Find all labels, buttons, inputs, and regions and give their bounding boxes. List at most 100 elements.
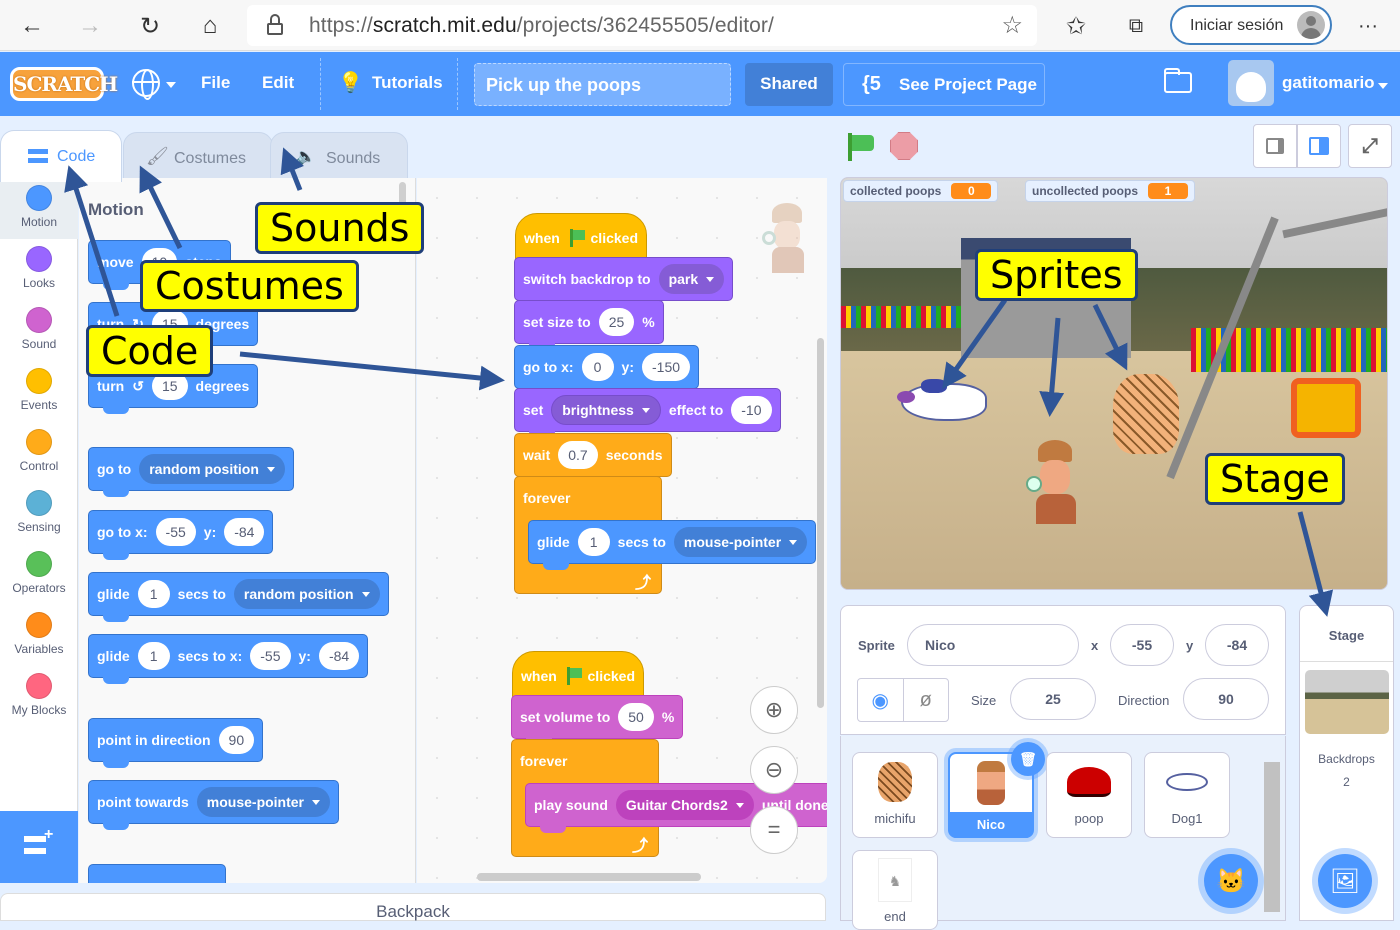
zoom-out-button[interactable]: ⊖: [750, 746, 798, 794]
block-input[interactable]: 25: [598, 308, 635, 336]
block-glide-xy[interactable]: glide 1 secs to x: -55 y: -84: [88, 634, 369, 684]
block-dropdown[interactable]: park: [658, 264, 725, 294]
favorite-star-icon[interactable]: ☆: [1001, 11, 1023, 40]
category-sensing[interactable]: Sensing: [0, 483, 78, 544]
block-input-x[interactable]: -55: [250, 642, 291, 670]
block-dropdown[interactable]: brightness: [551, 395, 661, 425]
tutorials-menu[interactable]: Tutorials: [372, 73, 443, 93]
edit-menu[interactable]: Edit: [262, 73, 294, 93]
y-position-input[interactable]: -84: [1205, 624, 1269, 666]
block-set-volume[interactable]: set volume to 50 %: [511, 695, 684, 745]
when-flag-clicked-hat[interactable]: when clicked: [515, 213, 647, 269]
script-area[interactable]: when clicked switch backdrop to park set…: [417, 178, 827, 883]
sprite-thumb-poop[interactable]: poop: [1046, 752, 1132, 838]
sprite-name-input[interactable]: Nico: [907, 624, 1079, 666]
block-go-to[interactable]: go to random position: [88, 447, 294, 497]
zoom-in-button[interactable]: ⊕: [750, 686, 798, 734]
more-menu-icon[interactable]: ···: [1350, 8, 1386, 44]
block-input-x[interactable]: 0: [581, 353, 614, 381]
user-avatar[interactable]: [1228, 60, 1274, 106]
block-switch-backdrop[interactable]: switch backdrop to park: [514, 257, 734, 307]
category-my-blocks[interactable]: My Blocks: [0, 666, 78, 727]
category-control[interactable]: Control: [0, 422, 78, 483]
sprite-michifu-on-stage[interactable]: [1113, 374, 1179, 454]
block-input[interactable]: -10: [731, 396, 772, 424]
fullscreen-button[interactable]: ⤢: [1348, 124, 1392, 168]
block-input-y[interactable]: -150: [642, 353, 691, 381]
tab-code[interactable]: Code: [0, 130, 122, 182]
block-set-effect[interactable]: set brightness effect to -10: [514, 388, 781, 438]
sprite-dog1-on-stage[interactable]: [897, 379, 987, 421]
shared-button[interactable]: Shared: [745, 63, 833, 106]
when-flag-clicked-hat[interactable]: when clicked: [512, 651, 644, 707]
forward-arrow-icon[interactable]: →: [72, 8, 108, 44]
favorites-list-icon[interactable]: ✩: [1058, 8, 1094, 44]
green-flag-button[interactable]: [848, 133, 876, 161]
block-input[interactable]: 1: [577, 528, 610, 556]
block-glide-to[interactable]: glide 1 secs to random position: [88, 572, 389, 622]
add-extension-button[interactable]: +: [0, 811, 78, 883]
block-dropdown[interactable]: mouse-pointer: [673, 527, 808, 557]
delete-sprite-button[interactable]: 🗑: [1011, 742, 1045, 776]
tab-costumes[interactable]: 🖌 Costumes: [123, 132, 273, 184]
normal-stage-button[interactable]: [1297, 124, 1341, 168]
back-arrow-icon[interactable]: ←: [14, 8, 50, 44]
choose-sprite-button[interactable]: 🐱: [1204, 854, 1258, 908]
block-point-towards[interactable]: point towards mouse-pointer: [88, 780, 340, 830]
choose-backdrop-button[interactable]: 🖼: [1318, 854, 1372, 908]
category-looks[interactable]: Looks: [0, 239, 78, 300]
block-input[interactable]: 1: [137, 580, 170, 608]
block-point-in-direction[interactable]: point in direction 90: [88, 718, 264, 768]
sprite-list-scrollbar[interactable]: [1264, 762, 1280, 912]
tab-sounds[interactable]: 🔈 Sounds: [270, 132, 408, 184]
block-input[interactable]: 1: [137, 642, 170, 670]
block-input[interactable]: 0.7: [558, 441, 598, 469]
small-stage-button[interactable]: [1253, 124, 1297, 168]
show-sprite-button[interactable]: ◉: [858, 679, 904, 721]
see-project-page-button[interactable]: {5 See Project Page: [843, 63, 1045, 106]
reload-icon[interactable]: ↻: [132, 8, 168, 44]
address-bar[interactable]: https://scratch.mit.edu/projects/3624555…: [247, 5, 1037, 46]
size-input[interactable]: 25: [1010, 678, 1096, 720]
category-operators[interactable]: Operators: [0, 544, 78, 605]
hide-sprite-button[interactable]: ø: [904, 679, 949, 721]
url-text[interactable]: https://scratch.mit.edu/projects/3624555…: [309, 14, 774, 38]
file-menu[interactable]: File: [201, 73, 230, 93]
block-dropdown[interactable]: mouse-pointer: [196, 787, 331, 817]
block-input-y[interactable]: -84: [224, 518, 265, 546]
sprite-nico-on-stage[interactable]: [1026, 440, 1086, 526]
block-go-to-xy[interactable]: go to x: 0 y: -150: [514, 345, 700, 395]
category-variables[interactable]: Variables: [0, 605, 78, 666]
my-stuff-folder-icon[interactable]: [1164, 68, 1192, 93]
block-dropdown[interactable]: random position: [139, 454, 285, 484]
x-position-input[interactable]: -55: [1110, 624, 1174, 666]
category-sound[interactable]: Sound: [0, 300, 78, 361]
sprite-thumb-end[interactable]: ♞ end: [852, 850, 938, 930]
username-menu[interactable]: gatitomario: [1282, 73, 1375, 93]
block-partial[interactable]: [88, 864, 226, 883]
block-set-size[interactable]: set size to 25 %: [514, 300, 664, 350]
block-input-x[interactable]: -55: [155, 518, 196, 546]
home-icon[interactable]: ⌂: [192, 8, 228, 44]
direction-input[interactable]: 90: [1183, 678, 1269, 720]
block-input[interactable]: 50: [618, 703, 654, 731]
block-dropdown[interactable]: random position: [233, 579, 380, 609]
sprite-thumb-dog1[interactable]: Dog1: [1144, 752, 1230, 838]
project-title-input[interactable]: Pick up the poops: [474, 63, 731, 106]
block-input-y[interactable]: -84: [318, 642, 360, 670]
zoom-reset-button[interactable]: =: [750, 806, 798, 854]
script-vertical-scrollbar[interactable]: [817, 338, 824, 708]
block-input[interactable]: 90: [218, 726, 255, 754]
sprite-thumb-michifu[interactable]: michifu: [852, 752, 938, 838]
stop-button[interactable]: [890, 132, 918, 160]
block-dropdown[interactable]: Guitar Chords2: [615, 790, 754, 820]
category-motion[interactable]: Motion: [0, 178, 78, 239]
category-events[interactable]: Events: [0, 361, 78, 422]
scratch-logo[interactable]: SCRATCH: [10, 67, 118, 101]
collections-icon[interactable]: ⧉: [1118, 8, 1154, 44]
signin-button[interactable]: Iniciar sesión: [1170, 5, 1332, 45]
language-globe-icon[interactable]: [132, 69, 160, 100]
block-glide-to[interactable]: glide 1 secs to mouse-pointer: [528, 520, 817, 570]
block-wait[interactable]: wait 0.7 seconds: [514, 433, 672, 483]
block-go-to-xy[interactable]: go to x: -55 y: -84: [88, 510, 274, 560]
